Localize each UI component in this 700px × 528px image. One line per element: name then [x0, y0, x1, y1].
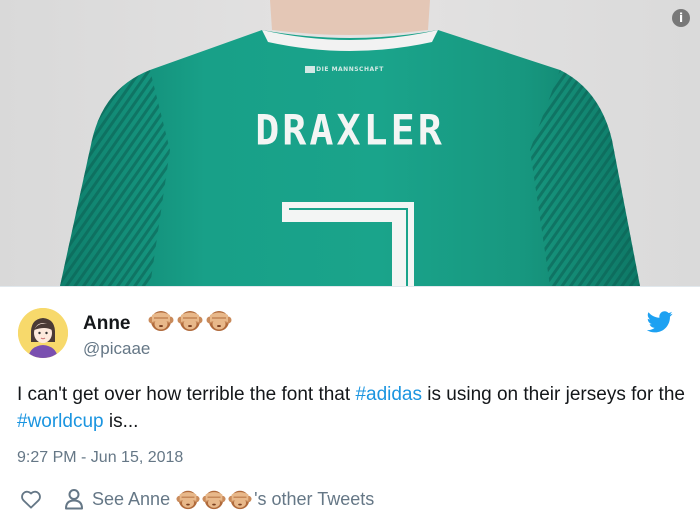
hashtag-worldcup-link[interactable]: #worldcup — [17, 411, 104, 432]
tweet-text-part: is using on their jerseys for the — [422, 384, 685, 405]
tweet-text-part: is... — [103, 411, 139, 432]
see-no-evil-monkey-icon — [176, 490, 200, 510]
see-no-evil-monkey-icon — [202, 490, 226, 510]
tweet-actions: See Anne 's other Tweets — [20, 485, 374, 513]
see-no-evil-monkey-icon — [148, 311, 174, 331]
jersey-player-name: DRAXLER — [255, 106, 445, 156]
author-handle[interactable]: @picaae — [83, 339, 150, 359]
hashtag-adidas-link[interactable]: #adidas — [355, 384, 422, 405]
tweet-photo[interactable]: DIE MANNSCHAFT DRAXLER i — [0, 0, 700, 286]
author-name[interactable]: Anne — [83, 313, 131, 335]
see-no-evil-monkey-icon — [206, 311, 232, 331]
see-other-tweets-link[interactable]: See Anne 's other Tweets — [92, 487, 374, 511]
avatar[interactable] — [18, 308, 68, 358]
see-no-evil-monkey-icon — [228, 490, 252, 510]
info-icon[interactable]: i — [672, 9, 690, 27]
see-no-evil-monkey-icon — [177, 311, 203, 331]
tweet-text: I can't get over how terrible the font t… — [17, 381, 687, 435]
see-other-tweets-prefix: See Anne — [92, 488, 171, 509]
heart-icon[interactable] — [20, 489, 42, 509]
avatar-illustration — [18, 308, 68, 358]
link-emoji-group — [176, 487, 252, 511]
twitter-bird-icon[interactable] — [647, 311, 673, 333]
see-other-tweets-suffix: 's other Tweets — [254, 488, 375, 509]
name-emoji-group — [148, 307, 232, 333]
tweet-timestamp[interactable]: 9:27 PM - Jun 15, 2018 — [17, 449, 183, 467]
tweet-card: Anne @picaae I can't get over how terrib… — [0, 287, 700, 528]
jersey-crest-text: DIE MANNSCHAFT — [316, 66, 384, 73]
tweet-text-part: I can't get over how terrible the font t… — [17, 384, 356, 405]
person-icon — [65, 489, 83, 510]
